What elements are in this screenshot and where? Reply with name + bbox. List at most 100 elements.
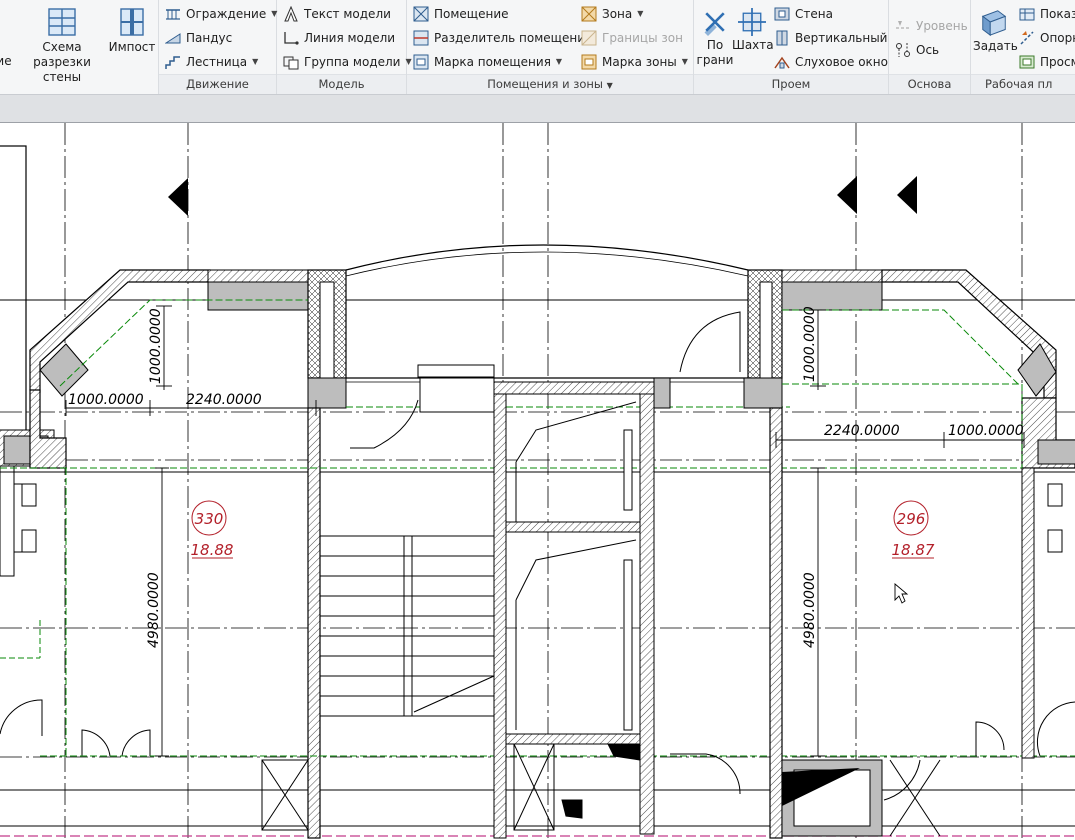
shaft-icon — [738, 8, 766, 36]
room-tag-button[interactable]: Марка помещения ▼ — [413, 52, 562, 72]
railing-label: Ограждение — [186, 7, 267, 21]
area-boundary-icon — [581, 30, 597, 46]
dim-left-height[interactable]: 4980.0000 — [146, 572, 162, 648]
curtain-grid-icon — [46, 6, 78, 38]
wall-opening-icon — [774, 6, 790, 22]
shaft-label: Шахта — [732, 38, 774, 52]
area-tag-dropdown-icon[interactable]: ▼ — [682, 52, 688, 72]
area-boundary-button[interactable]: Границы зон — [581, 28, 683, 48]
room-tag-dropdown-icon[interactable]: ▼ — [556, 52, 562, 72]
railing-icon — [165, 6, 181, 22]
panel-title-circulation: Движение — [159, 74, 276, 94]
mullion-label: Импост — [108, 40, 156, 54]
partial-button[interactable]: ие — [0, 38, 14, 69]
area-button[interactable]: Зона ▼ — [581, 4, 643, 24]
model-group-label: Группа модели — [304, 55, 401, 69]
dim-right-top-short[interactable]: 1000.0000 — [948, 423, 1024, 439]
grid-lines-vertical — [64, 123, 1023, 840]
section-marker-icon-2 — [837, 176, 857, 214]
area-boundary-label: Границы зон — [602, 31, 683, 45]
panel-title-room-area-label: Помещения и зоны — [487, 77, 603, 91]
mullion-button[interactable]: Импост — [108, 0, 156, 55]
model-line-icon — [283, 30, 299, 46]
model-line-label: Линия модели — [304, 31, 396, 45]
model-group-icon — [283, 54, 299, 70]
area-tag-button[interactable]: Марка зоны ▼ — [581, 52, 688, 72]
floor-plan[interactable]: 1000.0000 2240.0000 1000.0000 4980.0000 … — [0, 123, 1075, 840]
set-work-plane-label: Задать — [973, 39, 1018, 53]
level-button[interactable]: Уровень — [895, 16, 968, 36]
vertical-opening-button[interactable]: Вертикальный — [774, 28, 887, 48]
viewer-button[interactable]: Просм — [1019, 52, 1075, 72]
stair-button[interactable]: Лестница ▼ — [165, 52, 258, 72]
room-button[interactable]: Помещение — [413, 4, 509, 24]
room-tag-296[interactable]: 296 18.87 — [892, 500, 935, 559]
panel-title-room-area[interactable]: Помещения и зоны ▼ — [407, 74, 693, 94]
show-icon — [1019, 6, 1035, 22]
model-group-button[interactable]: Группа модели ▼ — [283, 52, 412, 72]
panel-opening: По грани Шахта Стена Вертикальный Слухов… — [694, 0, 889, 94]
room-area: 18.87 — [892, 541, 935, 559]
room-tag-330[interactable]: 330 18.88 — [191, 500, 234, 559]
model-text-icon — [283, 6, 299, 22]
railing-button[interactable]: Ограждение ▼ — [165, 4, 277, 24]
model-text-button[interactable]: Текст модели — [283, 4, 391, 24]
viewer-icon — [1019, 54, 1035, 70]
panel-partial: ие — [0, 0, 14, 94]
ramp-button[interactable]: Пандус — [165, 28, 232, 48]
shaft-button[interactable]: Шахта — [732, 0, 774, 53]
drawing-canvas[interactable]: 1000.0000 2240.0000 1000.0000 4980.0000 … — [0, 123, 1075, 840]
wall-opening-label: Стена — [795, 7, 833, 21]
room-separator-icon — [413, 30, 429, 46]
by-face-icon — [701, 8, 729, 36]
dim-left-width[interactable]: 2240.0000 — [186, 392, 262, 408]
dormer-button[interactable]: Слуховое окно — [774, 52, 888, 72]
viewer-label: Просм — [1040, 55, 1075, 69]
vertical-opening-icon — [774, 30, 790, 46]
section-marker-icon-3 — [897, 176, 917, 214]
dim-left-vertical-short[interactable]: 1000.0000 — [148, 308, 164, 384]
area-dropdown-icon[interactable]: ▼ — [637, 4, 643, 24]
dim-left-top-short[interactable]: 1000.0000 — [68, 392, 144, 408]
curtain-grid-label-1: Схема разрезки — [33, 40, 91, 69]
curtain-grid-label-2: стены — [42, 70, 82, 84]
room-label: Помещение — [434, 7, 509, 21]
grid-button[interactable]: Ось — [895, 40, 939, 60]
stair-icon — [165, 54, 181, 70]
panel-title-opening: Проем — [694, 74, 888, 94]
model-line-button[interactable]: Линия модели — [283, 28, 395, 48]
by-face-button[interactable]: По грани — [696, 0, 734, 68]
dim-right-width[interactable]: 2240.0000 — [824, 423, 900, 439]
level-icon — [895, 18, 911, 34]
ref-plane-icon — [1019, 30, 1035, 46]
dim-right-vertical-short[interactable]: 1000.0000 — [802, 306, 818, 382]
area-tag-icon — [581, 54, 597, 70]
panel-title-work-plane: Рабочая пл — [971, 74, 1075, 94]
show-work-plane-button[interactable]: Показ — [1019, 4, 1075, 24]
dim-right-height[interactable]: 4980.0000 — [802, 572, 818, 648]
room-number: 296 — [897, 510, 926, 528]
panel-circulation: Ограждение ▼ Пандус Лестница ▼ Движение — [159, 0, 277, 94]
curtain-grid-button[interactable]: Схема разрезки стены — [16, 0, 108, 85]
entrance-canopy — [345, 244, 749, 449]
stair-core — [320, 311, 741, 839]
grid-label: Ось — [916, 43, 940, 57]
ramp-label: Пандус — [186, 31, 233, 45]
area-icon — [581, 6, 597, 22]
panel-title-model: Модель — [277, 74, 406, 94]
set-work-plane-button[interactable]: Задать — [973, 0, 1018, 54]
room-icon — [413, 6, 429, 22]
room-separator-button[interactable]: Разделитель помещений — [413, 28, 593, 48]
wall-opening-button[interactable]: Стена — [774, 4, 833, 24]
panel-room-area-expand-icon[interactable]: ▼ — [607, 81, 613, 90]
ref-plane-button[interactable]: Опорн — [1019, 28, 1075, 48]
set-work-plane-icon — [979, 7, 1009, 37]
room-tag-label: Марка помещения — [434, 55, 551, 69]
vertical-opening-label: Вертикальный — [795, 31, 888, 45]
section-marker-icon-1 — [168, 178, 188, 216]
stair-dropdown-icon[interactable]: ▼ — [252, 52, 258, 72]
ramp-icon — [165, 30, 181, 46]
room-tag-icon — [413, 54, 429, 70]
area-tag-label: Марка зоны — [602, 55, 677, 69]
section-markers — [168, 176, 917, 216]
